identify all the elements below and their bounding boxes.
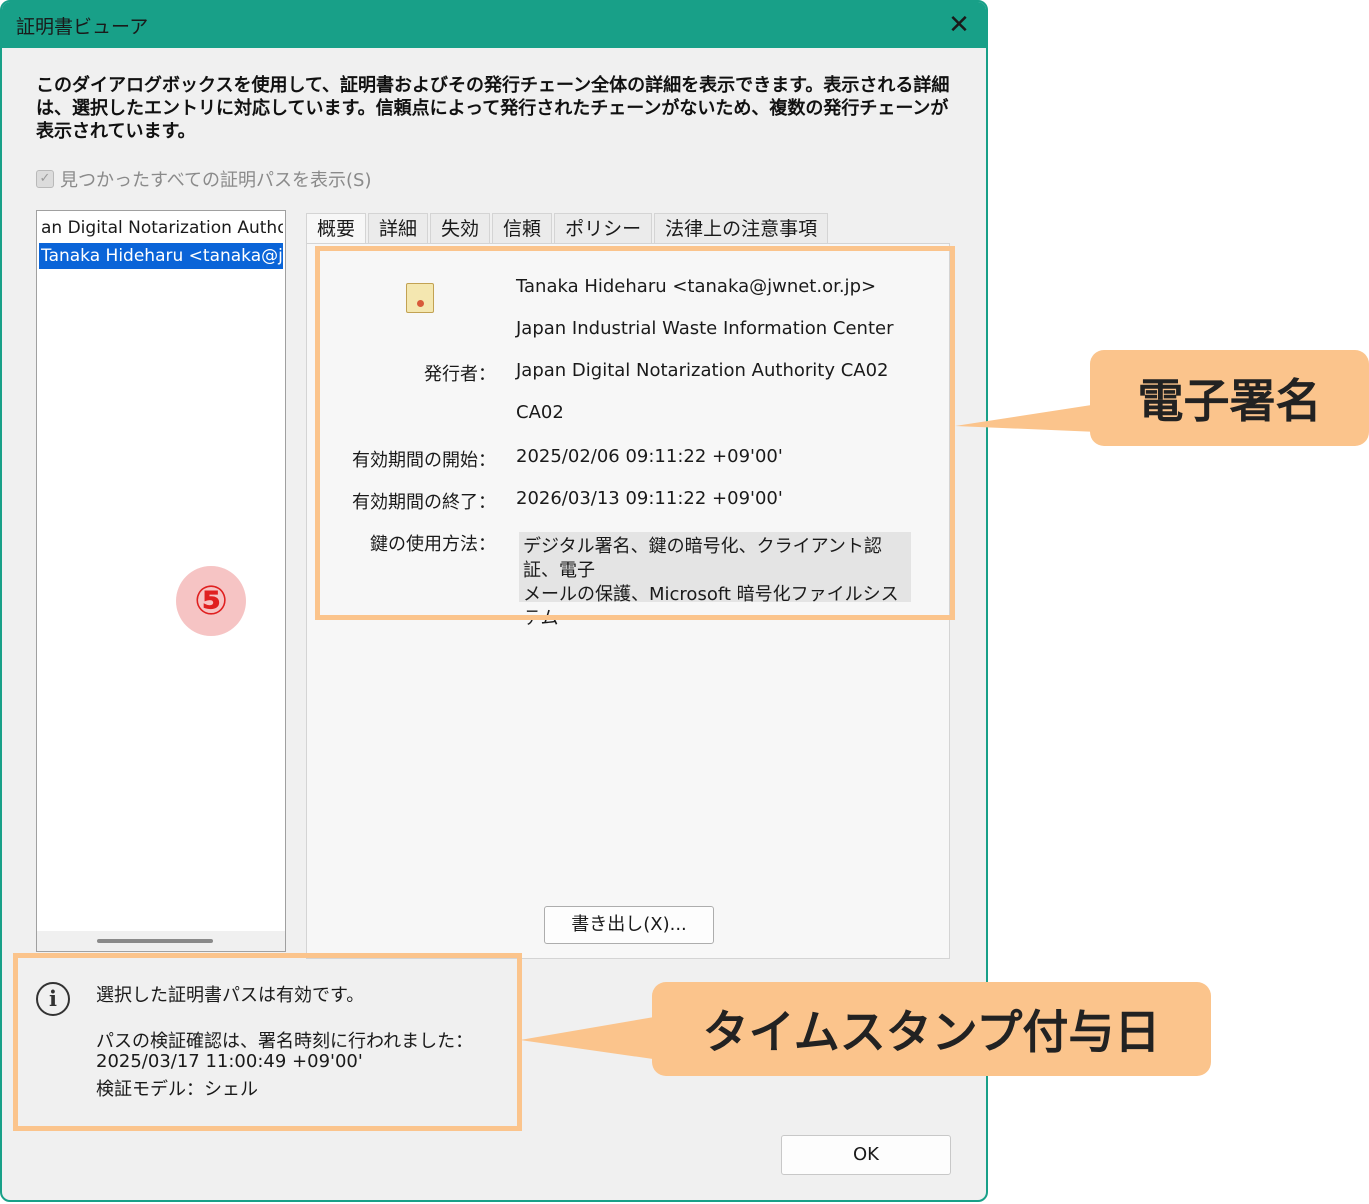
dialog-description: このダイアログボックスを使用して、証明書およびその発行チェーン全体の詳細を表示で… (36, 75, 950, 142)
signature-callout: 電子署名 (1090, 350, 1369, 446)
close-icon[interactable]: ✕ (944, 10, 974, 40)
export-button[interactable]: 書き出し(X)... (544, 906, 714, 944)
tab-details[interactable]: 詳細 (368, 213, 429, 243)
show-all-paths-label: 見つかったすべての証明パスを表示(S) (60, 170, 372, 191)
timestamp-callout: タイムスタンプ付与日 (652, 982, 1211, 1076)
tab-trust[interactable]: 信頼 (492, 213, 553, 243)
title-bar[interactable]: 証明書ビューア ✕ (2, 2, 986, 48)
checkbox-check-icon[interactable]: ✓ (36, 170, 54, 188)
scrollbar-thumb[interactable] (97, 939, 213, 943)
show-all-paths-checkbox[interactable]: ✓ 見つかったすべての証明パスを表示(S) (36, 166, 372, 192)
tree-item-subject[interactable]: Tanaka Hideharu <tanaka@jwnet.or.jp> (39, 243, 283, 269)
tab-revocation[interactable]: 失効 (430, 213, 491, 243)
tab-legal-notice[interactable]: 法律上の注意事項 (654, 213, 829, 243)
screenshot-stage: 証明書ビューア ✕ このダイアログボックスを使用して、証明書およびその発行チェー… (0, 0, 1369, 1204)
certificate-path-tree[interactable]: an Digital Notarization Authority CA02 T… (36, 210, 286, 952)
tree-item-issuer[interactable]: an Digital Notarization Authority CA02 (39, 215, 283, 241)
window-title: 証明書ビューア (16, 15, 149, 38)
ok-button[interactable]: OK (781, 1135, 951, 1175)
tab-policies[interactable]: ポリシー (554, 213, 653, 243)
tab-summary[interactable]: 概要 (306, 213, 367, 243)
signature-highlight-box (315, 246, 955, 620)
tab-bar: 概要 詳細 失効 信頼 ポリシー 法律上の注意事項 (306, 213, 830, 243)
tree-horizontal-scrollbar[interactable] (37, 931, 285, 951)
step-marker: ⑤ (176, 566, 246, 636)
timestamp-highlight-box (13, 953, 522, 1131)
